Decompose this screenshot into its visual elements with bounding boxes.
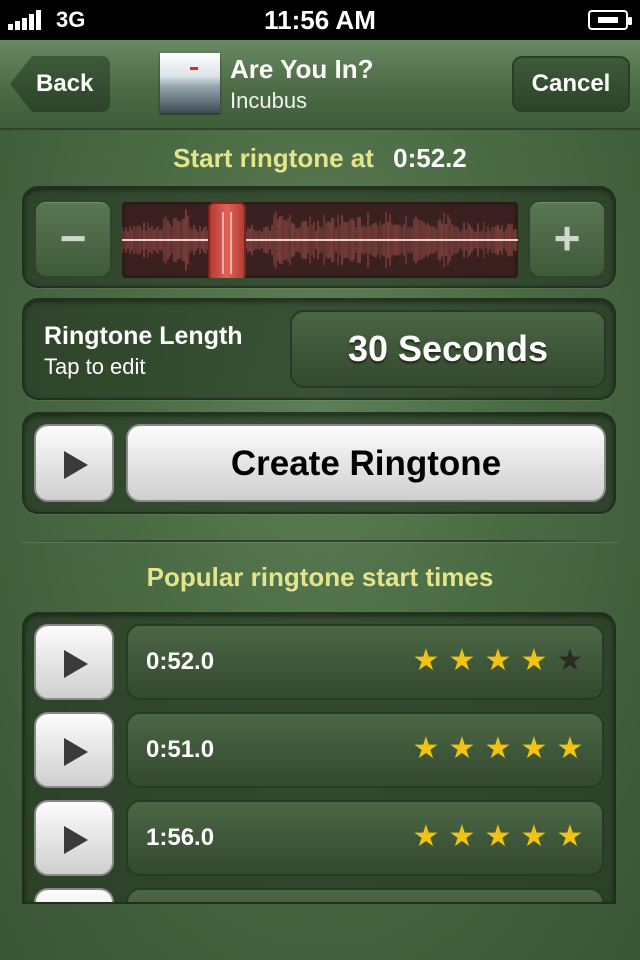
list-item: 1:56.0 ★ ★ ★ ★ ★ bbox=[24, 800, 614, 880]
play-icon bbox=[64, 650, 88, 678]
play-icon bbox=[64, 826, 88, 854]
create-ringtone-panel: Create Ringtone bbox=[22, 412, 616, 514]
star-filled-icon: ★ bbox=[412, 820, 440, 853]
list-item-partial bbox=[24, 888, 614, 902]
plus-icon: + bbox=[553, 212, 581, 264]
play-icon bbox=[64, 738, 88, 766]
section-divider bbox=[22, 540, 618, 543]
star-rating: ★ ★ ★ ★ ★ bbox=[408, 643, 588, 679]
waveform-graphic bbox=[122, 209, 518, 271]
play-button[interactable] bbox=[34, 712, 114, 788]
ringtone-length-button[interactable]: 30 Seconds bbox=[290, 310, 606, 388]
minus-icon: − bbox=[59, 212, 87, 264]
star-filled-icon: ★ bbox=[448, 644, 476, 677]
start-time-option[interactable]: 1:56.0 ★ ★ ★ ★ ★ bbox=[126, 800, 604, 876]
star-filled-icon: ★ bbox=[556, 820, 584, 853]
cancel-button[interactable]: Cancel bbox=[512, 56, 630, 112]
scrubber-panel: − + bbox=[22, 186, 616, 288]
start-time-option-value: 1:56.0 bbox=[146, 824, 215, 851]
ringtone-length-hint: Tap to edit bbox=[44, 354, 146, 379]
list-item: 0:51.0 ★ ★ ★ ★ ★ bbox=[24, 712, 614, 792]
back-button[interactable]: Back bbox=[10, 56, 110, 112]
star-rating: ★ ★ ★ ★ ★ bbox=[408, 731, 588, 767]
star-filled-icon: ★ bbox=[448, 732, 476, 765]
star-filled-icon: ★ bbox=[484, 644, 512, 677]
star-filled-icon: ★ bbox=[448, 820, 476, 853]
waveform-scrubber[interactable] bbox=[122, 202, 518, 278]
start-time-row: Start ringtone at 0:52.2 bbox=[0, 143, 640, 174]
increment-button[interactable]: + bbox=[528, 200, 606, 278]
star-filled-icon: ★ bbox=[484, 820, 512, 853]
star-rating: ★ ★ ★ ★ ★ bbox=[408, 819, 588, 855]
create-ringtone-button[interactable]: Create Ringtone bbox=[126, 424, 606, 502]
preview-play-button[interactable] bbox=[34, 424, 114, 502]
ringtone-length-title: Ringtone Length bbox=[44, 322, 243, 350]
ringtone-length-panel: Ringtone Length Tap to edit 30 Seconds bbox=[22, 298, 616, 400]
play-button[interactable] bbox=[34, 888, 114, 902]
popular-times-list: 0:52.0 ★ ★ ★ ★ ★ 0:51.0 ★ ★ ★ ★ ★ 1:56.0 ★ ★ ★ ★ ★ bbox=[22, 612, 616, 904]
start-time-option[interactable]: 0:52.0 ★ ★ ★ ★ ★ bbox=[126, 624, 604, 700]
back-button-label: Back bbox=[36, 70, 94, 97]
start-time-option[interactable]: 0:51.0 ★ ★ ★ ★ ★ bbox=[126, 712, 604, 788]
star-filled-icon: ★ bbox=[556, 732, 584, 765]
start-time-option-value: 0:51.0 bbox=[146, 736, 215, 763]
star-empty-icon: ★ bbox=[556, 644, 584, 677]
start-time-label: Start ringtone at bbox=[173, 143, 374, 173]
song-title: Are You In? bbox=[230, 54, 374, 84]
decrement-button[interactable]: − bbox=[34, 200, 112, 278]
play-icon bbox=[64, 451, 88, 479]
star-filled-icon: ★ bbox=[520, 644, 548, 677]
play-button[interactable] bbox=[34, 624, 114, 700]
list-item: 0:52.0 ★ ★ ★ ★ ★ bbox=[24, 624, 614, 704]
album-art bbox=[160, 53, 220, 113]
status-bar: 3G 11:56 AM bbox=[0, 0, 640, 40]
start-time-value: 0:52.2 bbox=[393, 143, 467, 173]
star-filled-icon: ★ bbox=[412, 732, 440, 765]
star-filled-icon: ★ bbox=[412, 644, 440, 677]
scrubber-handle[interactable] bbox=[208, 202, 246, 278]
create-ringtone-label: Create Ringtone bbox=[230, 444, 502, 483]
play-button[interactable] bbox=[34, 800, 114, 876]
clock: 11:56 AM bbox=[264, 5, 376, 35]
battery-icon bbox=[588, 10, 632, 30]
star-filled-icon: ★ bbox=[520, 820, 548, 853]
star-filled-icon: ★ bbox=[484, 732, 512, 765]
start-time-option[interactable] bbox=[126, 888, 604, 902]
song-artist: Incubus bbox=[230, 88, 308, 113]
star-filled-icon: ★ bbox=[520, 732, 548, 765]
start-time-option-value: 0:52.0 bbox=[146, 648, 215, 675]
popular-times-header: Popular ringtone start times bbox=[146, 562, 494, 592]
navigation-bar: Back Are You In? Incubus Cancel bbox=[0, 40, 640, 130]
